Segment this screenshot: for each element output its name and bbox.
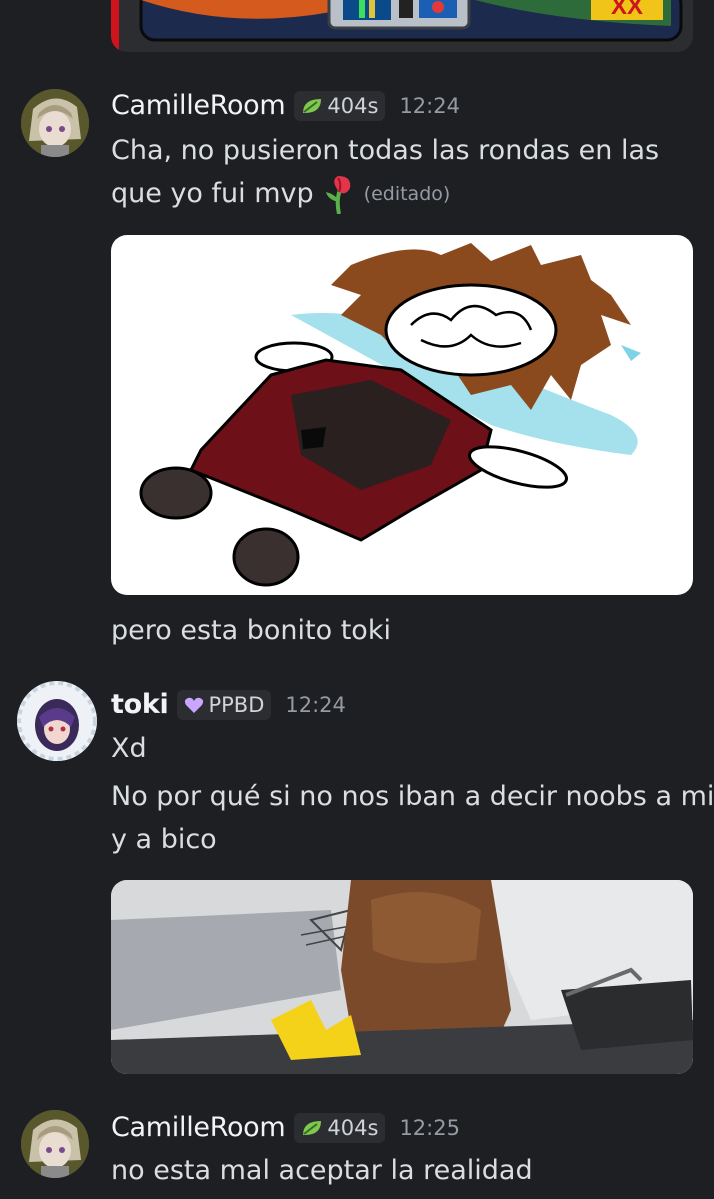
drawing-image — [139, 243, 641, 587]
avatar-image — [21, 89, 89, 157]
timestamp: 12:24 — [285, 692, 346, 717]
embed-label: XX — [611, 0, 643, 20]
author-name[interactable]: toki — [111, 689, 169, 720]
guild-tag-badge[interactable]: 404s — [294, 90, 386, 121]
message-line: Xd — [111, 733, 147, 764]
leaf-icon — [303, 1120, 322, 1135]
author-name[interactable]: CamilleRoom — [111, 1112, 286, 1143]
message-line: pero esta bonito toki — [111, 615, 391, 646]
badge-label: PPBD — [208, 692, 265, 717]
edited-label: (editado) — [363, 183, 451, 205]
drawing-attachment[interactable] — [111, 235, 693, 595]
wilted-flower-icon — [325, 176, 350, 214]
badge-label: 404s — [327, 1115, 379, 1140]
avatar[interactable] — [21, 89, 89, 157]
message-line: No por qué si no nos iban a decir noobs … — [111, 781, 714, 812]
avatar[interactable] — [17, 681, 97, 761]
author-name[interactable]: CamilleRoom — [111, 90, 286, 121]
message-line: Cha, no pusieron todas las rondas en las — [111, 135, 660, 166]
game-embed[interactable]: XX — [111, 0, 693, 52]
gif-attachment[interactable] — [111, 880, 693, 1074]
timestamp: 12:24 — [399, 93, 460, 118]
message-line: no esta mal aceptar la realidad — [111, 1155, 533, 1186]
message-line: que yo fui mvp — [111, 178, 314, 209]
guild-tag-badge[interactable]: PPBD — [177, 689, 272, 720]
message-line: y a bico — [111, 824, 217, 855]
avatar-image — [21, 1110, 89, 1178]
leaf-icon — [303, 98, 322, 113]
badge-label: 404s — [327, 93, 379, 118]
guild-tag-badge[interactable]: 404s — [294, 1112, 386, 1143]
game-scoreboard-image: XX — [111, 0, 683, 52]
cat-gif-image — [111, 880, 693, 1074]
timestamp: 12:25 — [399, 1115, 460, 1140]
avatar-image — [17, 681, 97, 761]
avatar[interactable] — [21, 1110, 89, 1178]
heart-icon — [185, 697, 204, 713]
